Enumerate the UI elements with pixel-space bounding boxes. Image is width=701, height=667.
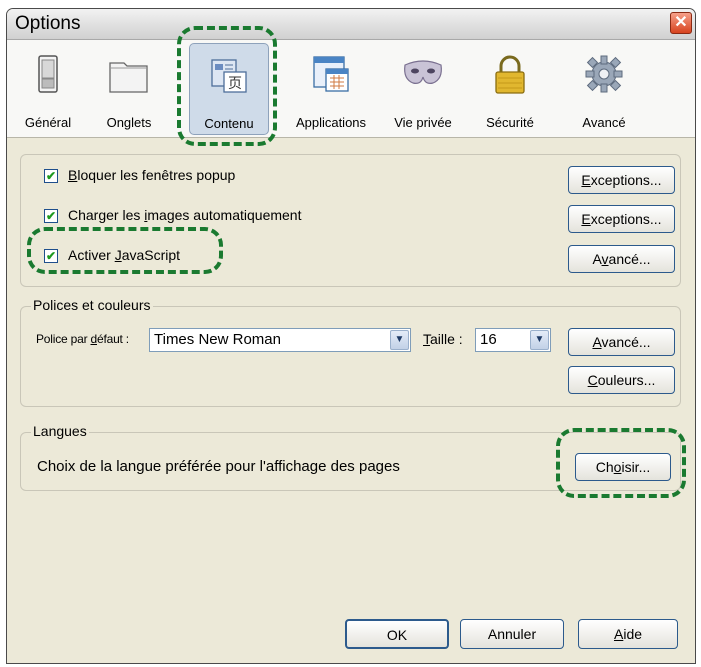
tab-securite[interactable]: Sécurité <box>471 43 549 135</box>
tab-avance[interactable]: Avancé <box>567 43 641 135</box>
popup-label[interactable]: Bloquer les fenêtres popup <box>68 167 235 183</box>
tab-contenu[interactable]: 页 Contenu <box>189 43 269 135</box>
cancel-button[interactable]: Annuler <box>460 619 564 649</box>
default-font-label: Police par défaut : <box>36 332 129 346</box>
tab-label: Avancé <box>582 115 626 130</box>
tab-label: Applications <box>295 115 367 130</box>
tab-applications[interactable]: Applications <box>283 43 379 135</box>
switch-icon <box>38 55 58 93</box>
ok-button[interactable]: OK <box>345 619 449 649</box>
popup-checkbox[interactable]: ✔ <box>44 169 58 183</box>
exceptions-images-button[interactable]: Exceptions... <box>568 205 675 233</box>
tab-label: Général <box>24 115 72 130</box>
chevron-down-icon[interactable]: ▼ <box>390 330 409 350</box>
tab-general[interactable]: Général <box>11 43 85 135</box>
size-select[interactable]: 16 ▼ <box>475 328 551 352</box>
padlock-icon <box>495 55 525 94</box>
images-checkbox[interactable]: ✔ <box>44 209 58 223</box>
close-icon[interactable]: ✕ <box>670 12 692 34</box>
tab-label: Sécurité <box>486 115 534 130</box>
choose-language-button[interactable]: Choisir... <box>575 453 671 481</box>
tab-label: Vie privée <box>394 115 452 130</box>
help-button[interactable]: Aide <box>578 619 678 649</box>
exceptions-popup-button[interactable]: Exceptions... <box>568 166 675 194</box>
tab-label: Contenu <box>204 116 254 131</box>
advanced-javascript-button[interactable]: Avancé... <box>568 245 675 273</box>
images-label[interactable]: Charger les images automatiquement <box>68 207 301 223</box>
tab-label: Onglets <box>106 115 152 130</box>
default-font-value: Times New Roman <box>154 331 281 348</box>
fonts-legend: Polices et couleurs <box>31 297 153 313</box>
options-toolbar: Général Onglets 页 Contenu Applications V… <box>7 40 695 138</box>
folder-tabs-icon <box>109 62 148 93</box>
tab-vie-privee[interactable]: Vie privée <box>383 43 463 135</box>
applications-icon <box>313 56 349 92</box>
size-value: 16 <box>480 331 497 348</box>
options-window: Options ✕ Général Onglets 页 Contenu Appl… <box>6 8 696 664</box>
title-bar: Options ✕ <box>7 9 695 40</box>
content-group: ✔ Bloquer les fenêtres popup Exceptions.… <box>20 154 681 287</box>
content-icon: 页 <box>211 59 247 93</box>
default-font-select[interactable]: Times New Roman ▼ <box>149 328 411 352</box>
fonts-group: Polices et couleurs Police par défaut : … <box>20 297 681 407</box>
languages-description: Choix de la langue préférée pour l'affic… <box>37 458 400 475</box>
languages-legend: Langues <box>31 423 89 439</box>
tab-onglets[interactable]: Onglets <box>87 43 171 135</box>
mask-icon <box>404 60 442 84</box>
javascript-checkbox[interactable]: ✔ <box>44 249 58 263</box>
languages-group: Langues Choix de la langue préférée pour… <box>20 423 681 491</box>
javascript-label[interactable]: Activer JavaScript <box>68 247 180 263</box>
svg-text:页: 页 <box>228 76 242 92</box>
colors-button[interactable]: Couleurs... <box>568 366 675 394</box>
size-label: Taille : <box>423 331 463 347</box>
advanced-fonts-button[interactable]: Avancé... <box>568 328 675 356</box>
window-title: Options <box>15 13 81 34</box>
gear-icon <box>585 55 623 93</box>
chevron-down-icon[interactable]: ▼ <box>530 330 549 350</box>
